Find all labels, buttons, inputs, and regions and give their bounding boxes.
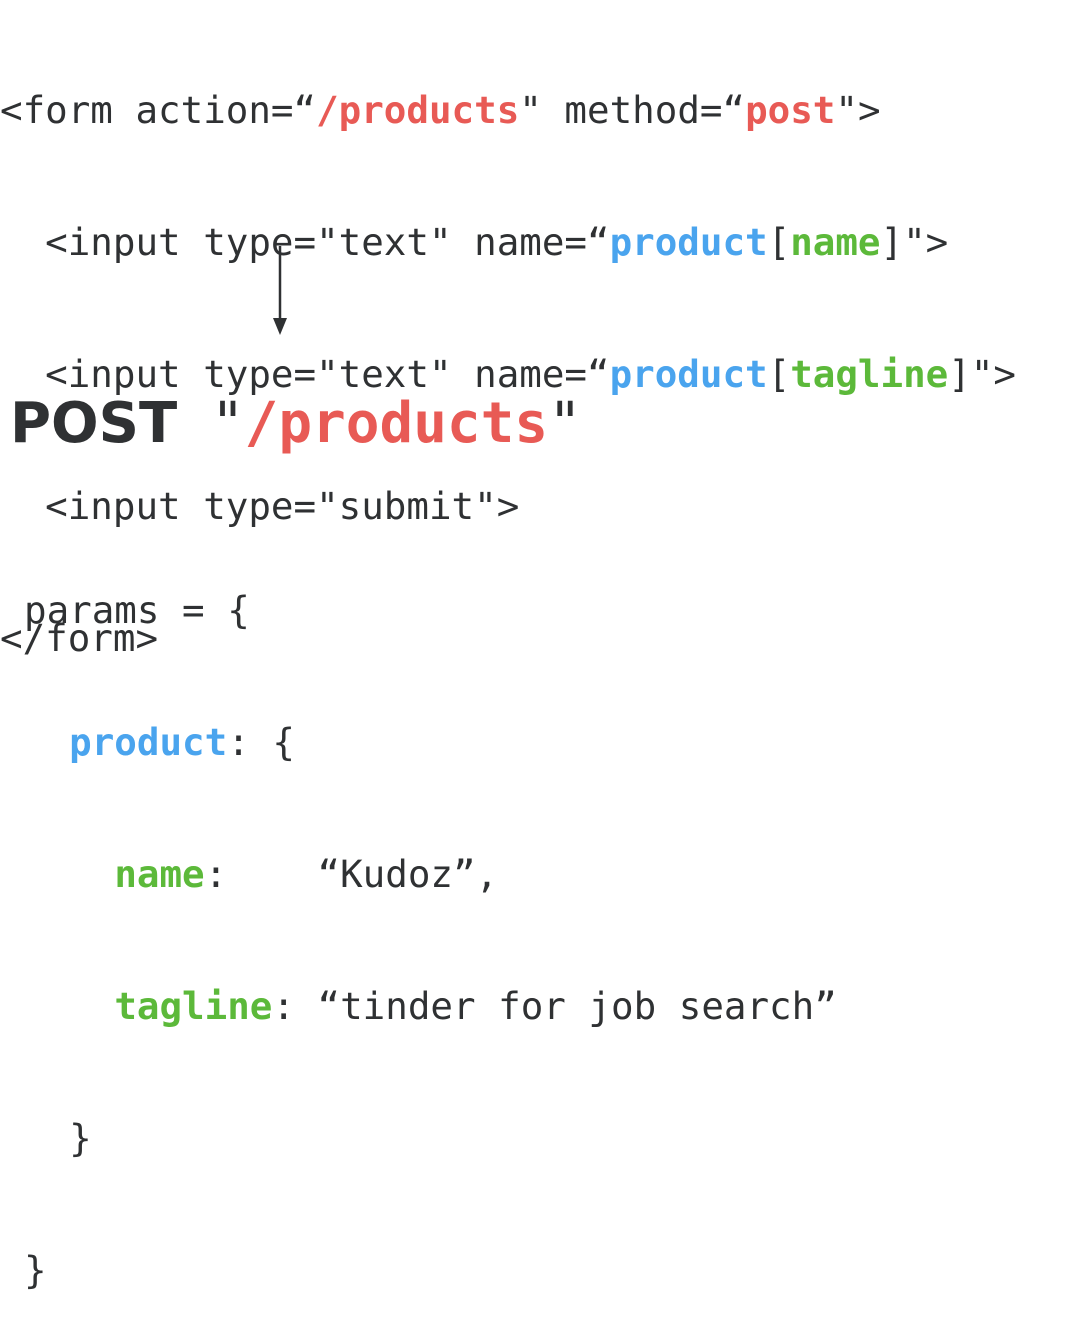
model-name: product <box>609 220 768 264</box>
inner-close-line: } <box>24 1116 837 1160</box>
form-open-line: <form action=“/products" method=“post"> <box>0 88 1016 132</box>
attribute-key: tagline <box>114 984 273 1028</box>
code-text: ]"> <box>880 220 949 264</box>
product-key-line: product: { <box>24 720 837 764</box>
code-text: : “tinder for job search” <box>272 984 837 1028</box>
code-text: <form action=“ <box>0 88 317 132</box>
request-line: POST "/products" <box>10 392 582 456</box>
input-tagline-line: <input type="text" name=“product[tagline… <box>0 352 1016 396</box>
model-name: product <box>609 352 768 396</box>
code-text: : { <box>227 720 295 764</box>
request-path: /products <box>244 391 549 456</box>
tagline-key-line: tagline: “tinder for job search” <box>24 984 837 1028</box>
code-text: " method=“ <box>519 88 746 132</box>
code-text: } <box>24 1248 47 1292</box>
code-text: : “Kudoz”, <box>204 852 499 896</box>
form-method-value: post <box>745 88 836 132</box>
quote-mark: " <box>177 391 245 456</box>
code-text: ]"> <box>948 352 1016 396</box>
code-text: <input type="text" name=“ <box>0 352 610 396</box>
code-text: <input type="text" name=“ <box>0 220 610 264</box>
code-text: } <box>24 1116 92 1160</box>
down-arrow-icon <box>273 246 287 335</box>
params-open-line: params = { <box>24 588 837 632</box>
code-text: params = { <box>24 588 250 632</box>
form-action-value: /products <box>316 88 520 132</box>
model-key: product <box>69 720 228 764</box>
code-text: "> <box>835 88 881 132</box>
params-hash: params = { product: { name: “Kudoz”, tag… <box>24 500 837 1336</box>
field-name: name <box>790 220 881 264</box>
code-text: [ <box>767 220 791 264</box>
quote-mark: " <box>548 391 582 456</box>
code-text: [ <box>767 352 791 396</box>
http-verb: POST <box>10 391 178 456</box>
field-name: tagline <box>790 352 949 396</box>
params-close-line: } <box>24 1248 837 1292</box>
name-key-line: name: “Kudoz”, <box>24 852 837 896</box>
input-name-line: <input type="text" name=“product[name]"> <box>0 220 1016 264</box>
attribute-key: name <box>114 852 205 896</box>
